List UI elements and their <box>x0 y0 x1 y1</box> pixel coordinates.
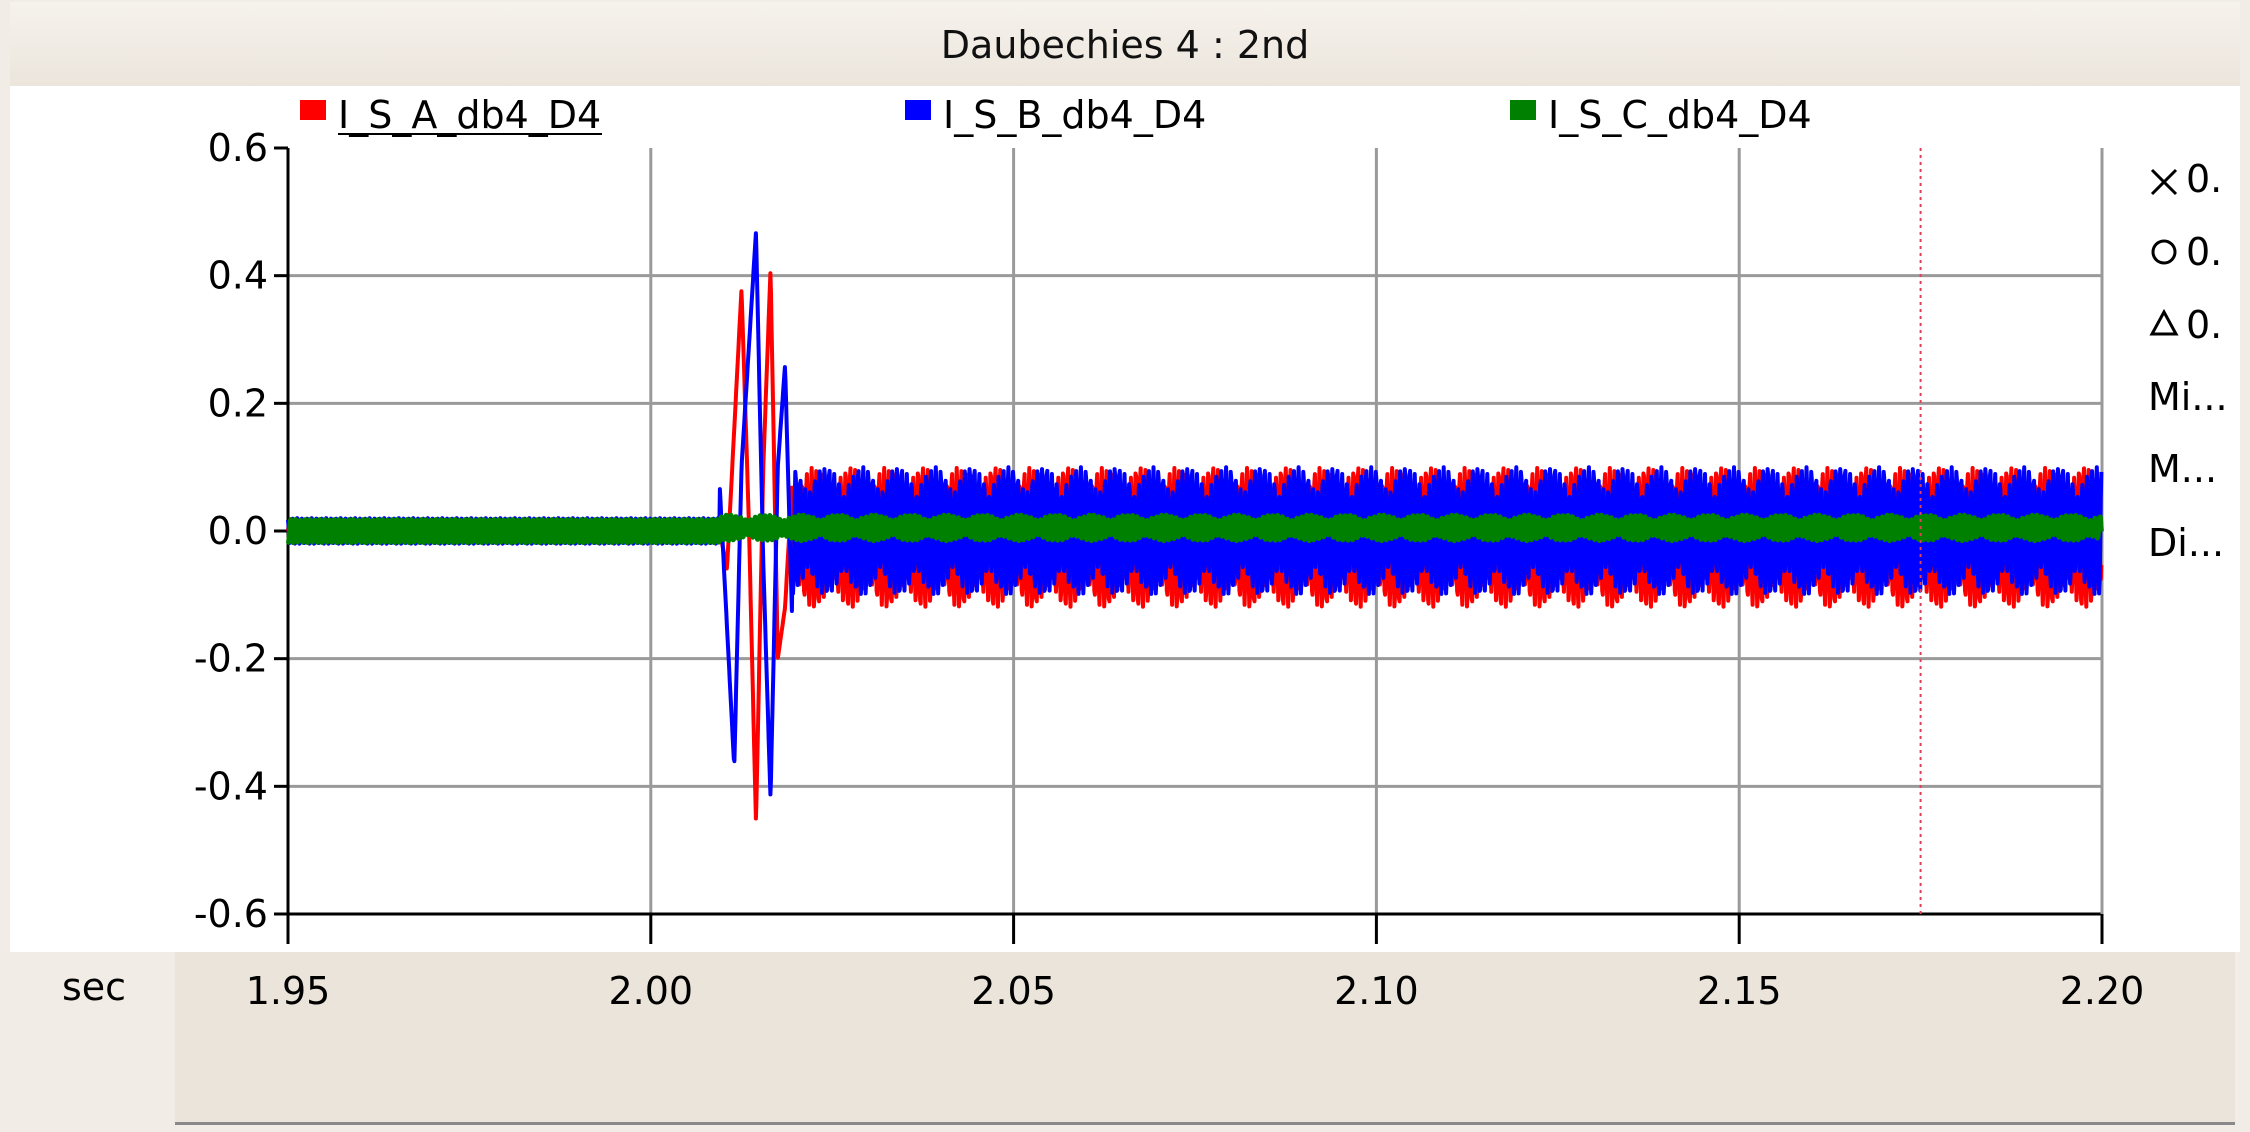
y-tick-label: 0.4 <box>208 254 268 298</box>
chart-canvas[interactable]: 0.6 0.4 0.2 0.0 -0.2 -0.4 -0.6 1.95 2.00 2.05 2.1… <box>0 0 2250 1132</box>
side-panel-label: 0. <box>2186 230 2222 274</box>
y-tick-labels: 0.6 0.4 0.2 0.0 -0.2 -0.4 -0.6 <box>194 126 268 936</box>
legend-label[interactable]: I_S_C_db4_D4 <box>1548 93 1812 137</box>
side-panel-item: Di... <box>2148 521 2224 565</box>
side-panel-item: M... <box>2148 447 2217 491</box>
legend: I_S_A_db4_D4 I_S_B_db4_D4 I_S_C_db4_D4 <box>300 93 1812 137</box>
side-panel-label: 0. <box>2186 303 2222 347</box>
x-tick-labels: 1.95 2.00 2.05 2.10 2.15 2.20 <box>246 969 2145 1013</box>
side-panel-item: 0. <box>2150 157 2222 201</box>
side-panel-item: 0. <box>2151 230 2222 274</box>
series-line-I_S_C_db4_D4 <box>285 512 2104 545</box>
side-panel: 0. 0. 0. Mi... M... Di... <box>2148 157 2228 565</box>
legend-label[interactable]: I_S_A_db4_D4 <box>338 93 601 137</box>
circle-marker-icon <box>2151 239 2177 265</box>
side-panel-item: Mi... <box>2148 375 2228 419</box>
y-tick-label: 0.0 <box>208 509 268 553</box>
y-tick-label: 0.6 <box>208 126 268 170</box>
x-tick-label: 2.15 <box>1697 969 1782 1013</box>
x-tick-label: 1.95 <box>246 969 331 1013</box>
y-tick-label: 0.2 <box>208 381 268 425</box>
x-tick-label: 2.20 <box>2060 969 2145 1013</box>
side-panel-item: 0. <box>2149 303 2222 347</box>
cross-marker-icon <box>2150 168 2178 196</box>
y-tick-label: -0.4 <box>194 764 268 808</box>
side-panel-label: Di... <box>2148 521 2224 565</box>
x-axis-label: sec <box>62 965 126 1009</box>
y-tick-label: -0.2 <box>194 637 268 681</box>
side-panel-label: M... <box>2148 447 2217 491</box>
series-layer <box>285 231 2104 821</box>
side-panel-label: Mi... <box>2148 375 2228 419</box>
x-tick-label: 2.10 <box>1334 969 1419 1013</box>
side-panel-label: 0. <box>2186 157 2222 201</box>
legend-label[interactable]: I_S_B_db4_D4 <box>943 93 1206 137</box>
x-tick-label: 2.00 <box>608 969 693 1013</box>
legend-swatch <box>1510 100 1536 120</box>
y-tick-label: -0.6 <box>194 892 268 936</box>
triangle-marker-icon <box>2149 308 2179 336</box>
legend-swatch <box>905 100 931 120</box>
legend-swatch <box>300 100 326 120</box>
x-tick-label: 2.05 <box>971 969 1056 1013</box>
